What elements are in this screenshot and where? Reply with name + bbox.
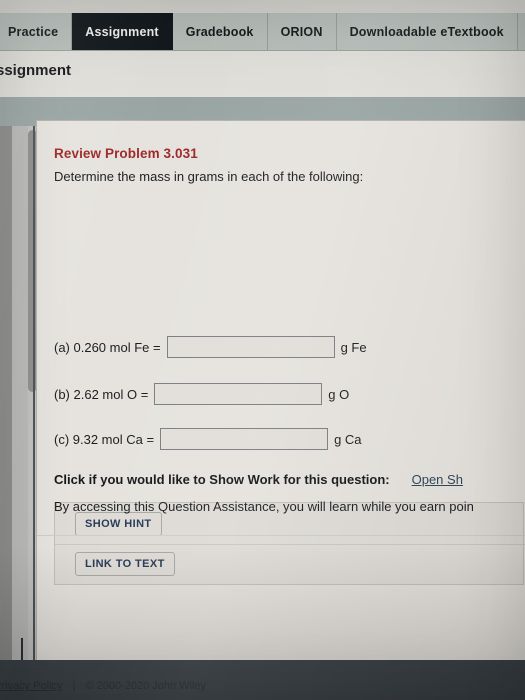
question-number: Review Problem 3.031 [54, 146, 198, 161]
link-to-text-button[interactable]: LINK TO TEXT [75, 552, 175, 576]
vertical-scrollbar[interactable] [12, 126, 37, 678]
footer: Privacy Policy | © 2000-2020 John Wiley [0, 660, 525, 700]
show-hint-button[interactable]: SHOW HINT [75, 512, 162, 536]
answer-unit-b: g O [328, 386, 350, 402]
answer-row: (a) 0.260 mol Fe = g Fe [54, 336, 367, 358]
tab-assignment[interactable]: Assignment [72, 13, 173, 50]
open-show-work-link[interactable]: Open Sh [412, 472, 463, 487]
tab-practice-label: Practice [8, 24, 59, 39]
answer-input-c[interactable] [160, 428, 329, 450]
panel-divider-line [37, 535, 525, 536]
tab-orion-label: ORION [280, 24, 323, 39]
top-strip [0, 0, 525, 13]
panel-divider [33, 126, 35, 678]
browser-screen: Practice Assignment Gradebook ORION Down… [0, 0, 525, 700]
tab-gradebook[interactable]: Gradebook [172, 13, 268, 50]
tab-orion[interactable]: ORION [267, 13, 337, 50]
tab-gradebook-label: Gradebook [185, 24, 254, 39]
assistance-note: By accessing this Question Assistance, y… [54, 499, 474, 514]
tab-practice[interactable]: Practice [0, 13, 73, 50]
privacy-policy-link[interactable]: Privacy Policy [0, 680, 62, 692]
tab-downloadable-etextbook[interactable]: Downloadable eTextbook [336, 13, 518, 50]
content-area: Review Problem 3.031 Determine the mass … [0, 120, 525, 678]
answer-label-a: (a) 0.260 mol Fe = [54, 339, 161, 355]
tab-assignment-label: Assignment [85, 24, 159, 39]
tab-bar: Practice Assignment Gradebook ORION Down… [0, 13, 525, 51]
answer-unit-a: g Fe [340, 339, 367, 355]
answer-label-b: (b) 2.62 mol O = [54, 386, 149, 402]
assistance-separator [55, 544, 525, 545]
answer-row: (c) 9.32 mol Ca = g Ca [54, 428, 362, 450]
footer-content: Privacy Policy | © 2000-2020 John Wiley [0, 680, 206, 692]
answer-label-c: (c) 9.32 mol Ca = [54, 431, 155, 447]
show-work-label: Click if you would like to Show Work for… [54, 472, 390, 487]
answer-unit-c: g Ca [334, 431, 362, 447]
answer-input-b[interactable] [154, 383, 323, 405]
copyright-text: © 2000-2020 John Wiley [85, 680, 207, 692]
answer-row: (b) 2.62 mol O = g O [54, 383, 349, 405]
show-work-line: Click if you would like to Show Work for… [54, 472, 463, 487]
left-gutter [0, 126, 12, 678]
question-panel: Review Problem 3.031 Determine the mass … [36, 120, 525, 665]
answer-input-a[interactable] [166, 336, 335, 358]
page-title-bar: ssignment [0, 51, 525, 97]
footer-separator: | [72, 680, 76, 692]
page-title: ssignment [0, 62, 72, 79]
question-assistance-box: SHOW HINT LINK TO TEXT [54, 502, 525, 585]
question-prompt: Determine the mass in grams in each of t… [54, 169, 364, 184]
tab-downloadable-etextbook-label: Downloadable eTextbook [349, 24, 504, 39]
